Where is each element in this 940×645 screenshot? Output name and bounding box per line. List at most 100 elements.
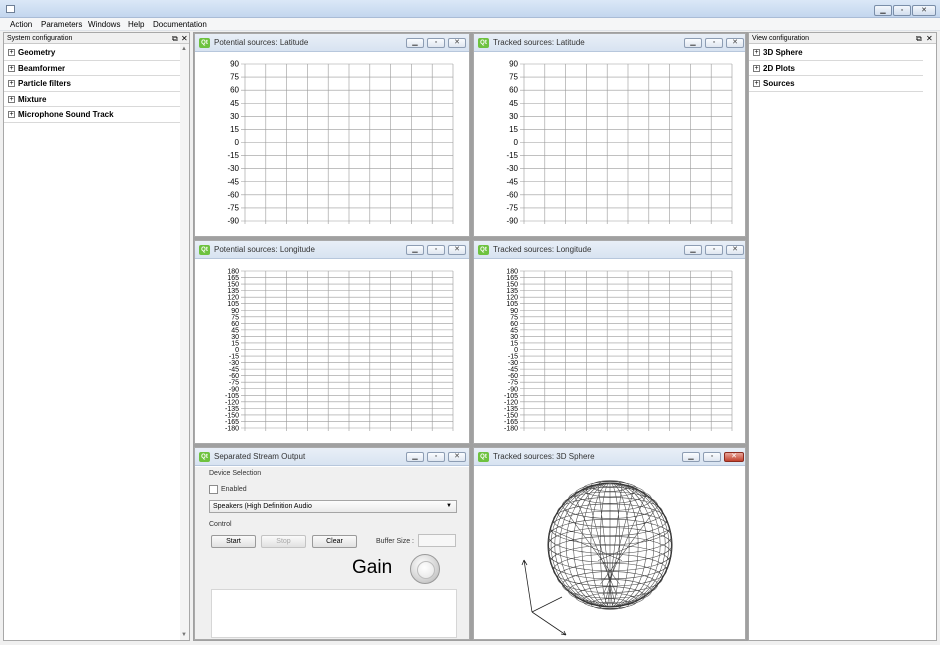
float-icon[interactable]: ⧉ <box>916 33 922 44</box>
close-button[interactable]: ✕ <box>724 452 744 462</box>
expand-icon[interactable]: + <box>8 80 15 87</box>
expand-icon[interactable]: + <box>8 49 15 56</box>
maximize-button[interactable]: ▫ <box>427 245 445 255</box>
gain-label: Gain <box>352 557 393 578</box>
menu-documentation[interactable]: Documentation <box>153 20 207 29</box>
y-tick-label: -75 <box>506 203 518 212</box>
y-tick-label: 90 <box>509 60 518 69</box>
y-tick-label: -45 <box>506 177 518 186</box>
y-tick-label: -75 <box>227 203 239 212</box>
y-tick-label: 60 <box>509 86 518 95</box>
subwindow-title-bar[interactable]: Qt Tracked sources: Longitude ▁ ▫ ✕ <box>474 241 745 259</box>
close-button[interactable]: ✕ <box>912 5 936 16</box>
y-tick-label: 15 <box>230 125 239 134</box>
menu-windows[interactable]: Windows <box>88 20 120 29</box>
y-tick-label: 75 <box>230 73 239 82</box>
vertical-scrollbar[interactable]: ▲ ▼ <box>180 44 189 640</box>
minimize-button[interactable]: ▁ <box>406 452 424 462</box>
maximize-button[interactable]: ▫ <box>427 452 445 462</box>
tree-item-geometry[interactable]: + Geometry <box>4 45 180 61</box>
start-button[interactable]: Start <box>211 535 256 548</box>
maximize-button[interactable]: ▫ <box>705 245 723 255</box>
expand-icon[interactable]: + <box>8 64 15 72</box>
chevron-down-icon: ▼ <box>446 503 452 509</box>
tree-item-microphone-sound-track[interactable]: + Microphone Sound Track <box>4 107 180 123</box>
expand-icon[interactable]: + <box>753 49 760 56</box>
tree-item-label: Mixture <box>18 94 47 104</box>
buffer-size-spinbox[interactable] <box>418 534 456 547</box>
buffer-size-label: Buffer Size : <box>376 538 415 545</box>
close-button[interactable]: ✕ <box>448 38 466 48</box>
close-icon[interactable]: ✕ <box>926 33 933 44</box>
close-button[interactable]: ✕ <box>448 452 466 462</box>
close-button[interactable]: ✕ <box>726 38 744 48</box>
gain-dial[interactable] <box>410 554 440 584</box>
tree-item-mixture[interactable]: + Mixture <box>4 92 180 107</box>
dock-title: View configuration ⧉ ✕ <box>749 33 936 44</box>
close-button[interactable]: ✕ <box>448 245 466 255</box>
subwindow-title-bar[interactable]: Qt Potential sources: Latitude ▁ ▫ ✕ <box>195 34 469 52</box>
y-tick-label: -60 <box>227 190 239 199</box>
subwindow-title-bar[interactable]: Qt Tracked sources: 3D Sphere ▁ ▫ ✕ <box>474 448 745 466</box>
y-tick-label: 45 <box>509 99 518 108</box>
qt-icon: Qt <box>478 452 489 462</box>
maximize-button[interactable]: ▫ <box>893 5 911 16</box>
subwindow-title-bar[interactable]: Qt Separated Stream Output ▁ ▫ ✕ <box>195 448 469 466</box>
expand-icon[interactable]: + <box>8 111 15 118</box>
menu-help[interactable]: Help <box>128 20 144 29</box>
minimize-button[interactable]: ▁ <box>684 38 702 48</box>
close-button[interactable]: ✕ <box>726 245 744 255</box>
menu-parameters[interactable]: Parameters <box>41 20 82 29</box>
menu-action[interactable]: Action <box>10 20 32 29</box>
qt-icon: Qt <box>478 38 489 48</box>
tree-item-label: Sources <box>763 79 795 88</box>
device-select[interactable]: Speakers (High Definition Audio ▼ <box>209 500 457 513</box>
stop-button[interactable]: Stop <box>261 535 306 548</box>
maximize-button[interactable]: ▫ <box>427 38 445 48</box>
tree-item-particle-filters[interactable]: + Particle filters <box>4 76 180 92</box>
qt-icon: Qt <box>199 452 210 462</box>
enabled-checkbox[interactable] <box>209 485 218 494</box>
y-tick-label: -15 <box>506 151 518 160</box>
tree-item-beamformer[interactable]: + Beamformer <box>4 61 180 76</box>
y-tick-label: 30 <box>230 112 239 121</box>
minimize-button[interactable]: ▁ <box>684 245 702 255</box>
tree-item-sources[interactable]: + Sources <box>749 76 923 92</box>
app-icon <box>6 5 15 13</box>
tree-item-label: Beamformer <box>18 63 66 73</box>
clear-button[interactable]: Clear <box>312 535 357 548</box>
expand-icon[interactable]: + <box>8 95 15 103</box>
y-tick-label: 90 <box>230 60 239 69</box>
dock-title-text: System configuration <box>7 35 73 42</box>
sphere-view <box>474 467 745 639</box>
y-tick-label: -180 <box>225 426 239 433</box>
tree-item-3d-sphere[interactable]: +3D Sphere <box>749 45 923 61</box>
minimize-button[interactable]: ▁ <box>406 38 424 48</box>
tracked-3d-sphere-window: Qt Tracked sources: 3D Sphere ▁ ▫ ✕ <box>473 447 746 640</box>
close-icon[interactable]: ✕ <box>181 33 188 44</box>
y-tick-label: 15 <box>509 125 518 134</box>
scroll-up-icon[interactable]: ▲ <box>181 46 187 52</box>
maximize-button[interactable]: ▫ <box>705 38 723 48</box>
minimize-button[interactable]: ▁ <box>682 452 700 462</box>
scroll-down-icon[interactable]: ▼ <box>181 632 187 638</box>
separated-stream-output-window: Qt Separated Stream Output ▁ ▫ ✕ Device … <box>194 447 470 640</box>
subwindow-title-bar[interactable]: Qt Tracked sources: Latitude ▁ ▫ ✕ <box>474 34 745 52</box>
latitude-plot: 90 75 60 45 30 15 0 -15 -30 -45 -60 -75 -90 <box>195 53 469 236</box>
expand-icon[interactable]: + <box>753 80 760 87</box>
float-icon[interactable]: ⧉ <box>172 33 178 44</box>
stream-form: Device Selection Enabled Speakers (High … <box>195 467 469 639</box>
y-tick-label: 60 <box>230 86 239 95</box>
minimize-button[interactable]: ▁ <box>406 245 424 255</box>
subwindow-title-bar[interactable]: Qt Potential sources: Longitude ▁ ▫ ✕ <box>195 241 469 259</box>
maximize-button[interactable]: ▫ <box>703 452 721 462</box>
expand-icon[interactable]: + <box>753 64 760 72</box>
tree-item-2d-plots[interactable]: +2D Plots <box>749 61 923 76</box>
control-label: Control <box>209 521 232 528</box>
enabled-label: Enabled <box>221 486 247 493</box>
y-tick-label: -30 <box>506 164 518 173</box>
y-tick-label: 45 <box>230 99 239 108</box>
mdi-area: Qt Potential sources: Latitude ▁ ▫ ✕ 90 7… <box>193 32 748 641</box>
minimize-button[interactable]: ▁ <box>874 5 892 16</box>
output-text-area[interactable] <box>211 589 457 638</box>
